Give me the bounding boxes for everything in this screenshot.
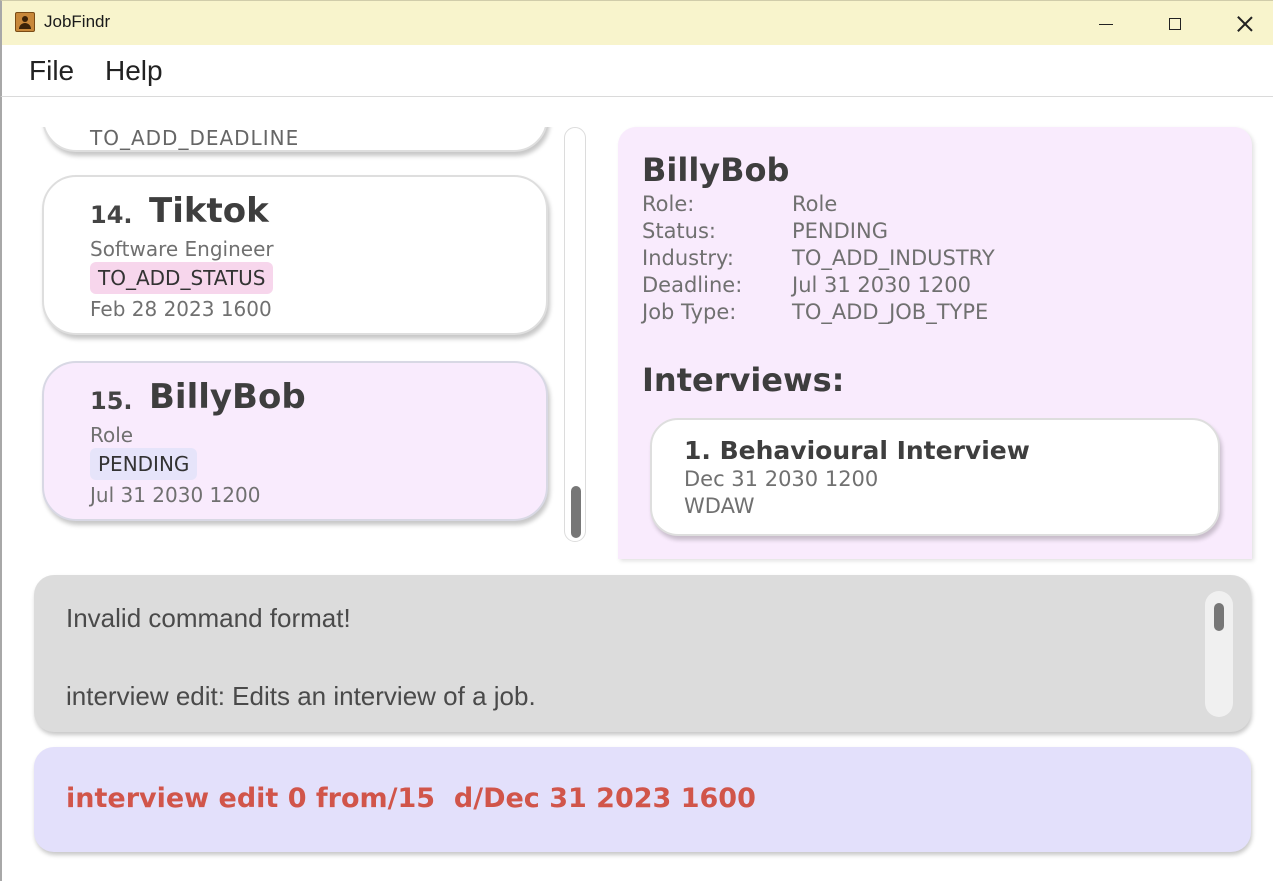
close-button[interactable] [1222, 1, 1268, 46]
job-card-deadline: TO_ADD_DEADLINE [90, 127, 300, 150]
menu-bar: File Help [0, 45, 1273, 97]
job-card-status-badge: TO_ADD_STATUS [90, 262, 274, 294]
menu-file[interactable]: File [29, 55, 74, 87]
window-title: JobFindr [44, 12, 111, 31]
result-scrollbar[interactable] [1205, 591, 1233, 717]
detail-label-status: Status: [642, 219, 716, 243]
job-card[interactable]: 14. Tiktok Software Engineer TO_ADD_STAT… [42, 175, 548, 335]
job-detail-panel: BillyBob Role: Role Status: PENDING Indu… [618, 127, 1252, 559]
job-card-company: BillyBob [149, 377, 306, 417]
main-area: TO_ADD_DEADLINE 14. Tiktok Software Engi… [0, 97, 1273, 881]
detail-value-status: PENDING [792, 219, 888, 243]
minimize-icon [1099, 24, 1113, 25]
title-bar: JobFindr [0, 0, 1273, 45]
maximize-button[interactable] [1152, 1, 1198, 46]
job-card-role: Software Engineer [90, 237, 274, 261]
job-list-scrollbar[interactable] [564, 127, 586, 542]
interviews-heading: Interviews: [642, 361, 845, 399]
detail-value-industry: TO_ADD_INDUSTRY [792, 246, 995, 270]
interview-date: Dec 31 2030 1200 [684, 467, 879, 491]
result-display[interactable]: Invalid command format! interview edit: … [34, 575, 1251, 732]
job-card-role: Role [90, 423, 134, 447]
detail-label-deadline: Deadline: [642, 273, 743, 297]
detail-company-name: BillyBob [642, 151, 790, 189]
menu-help[interactable]: Help [105, 55, 163, 87]
job-card-index: 15. [90, 387, 133, 415]
detail-label-role: Role: [642, 192, 695, 216]
job-card-index: 14. [90, 201, 133, 229]
job-card-deadline: Jul 31 2030 1200 [90, 483, 261, 507]
app-icon [15, 12, 35, 32]
detail-value-role: Role [792, 192, 838, 216]
result-message-line: Invalid command format! [66, 603, 351, 633]
detail-value-deadline: Jul 31 2030 1200 [792, 273, 971, 297]
result-message-line: interview edit: Edits an interview of a … [66, 681, 536, 711]
close-icon [1236, 15, 1254, 33]
interview-card[interactable]: 1. Behavioural Interview Dec 31 2030 120… [650, 418, 1220, 536]
job-card-partial[interactable]: TO_ADD_DEADLINE [42, 127, 548, 152]
minimize-button[interactable] [1083, 1, 1129, 46]
detail-label-job-type: Job Type: [642, 300, 737, 324]
job-card-company: Tiktok [149, 191, 269, 231]
job-list[interactable]: TO_ADD_DEADLINE 14. Tiktok Software Engi… [4, 127, 560, 632]
maximize-icon [1169, 17, 1181, 30]
job-card-deadline: Feb 28 2023 1600 [90, 297, 272, 321]
job-card-selected[interactable]: 15. BillyBob Role PENDING Jul 31 2030 12… [42, 361, 548, 521]
interview-location: WDAW [684, 494, 755, 518]
result-scrollbar-thumb[interactable] [1214, 603, 1224, 631]
interview-title: 1. Behavioural Interview [684, 436, 1030, 465]
detail-label-industry: Industry: [642, 246, 734, 270]
command-input-text[interactable]: interview edit 0 from/15 d/Dec 31 2023 1… [66, 783, 756, 814]
detail-value-job-type: TO_ADD_JOB_TYPE [792, 300, 989, 324]
job-card-status-badge: PENDING [90, 448, 198, 480]
command-input[interactable]: interview edit 0 from/15 d/Dec 31 2023 1… [34, 747, 1251, 852]
job-list-scrollbar-thumb[interactable] [571, 486, 581, 538]
